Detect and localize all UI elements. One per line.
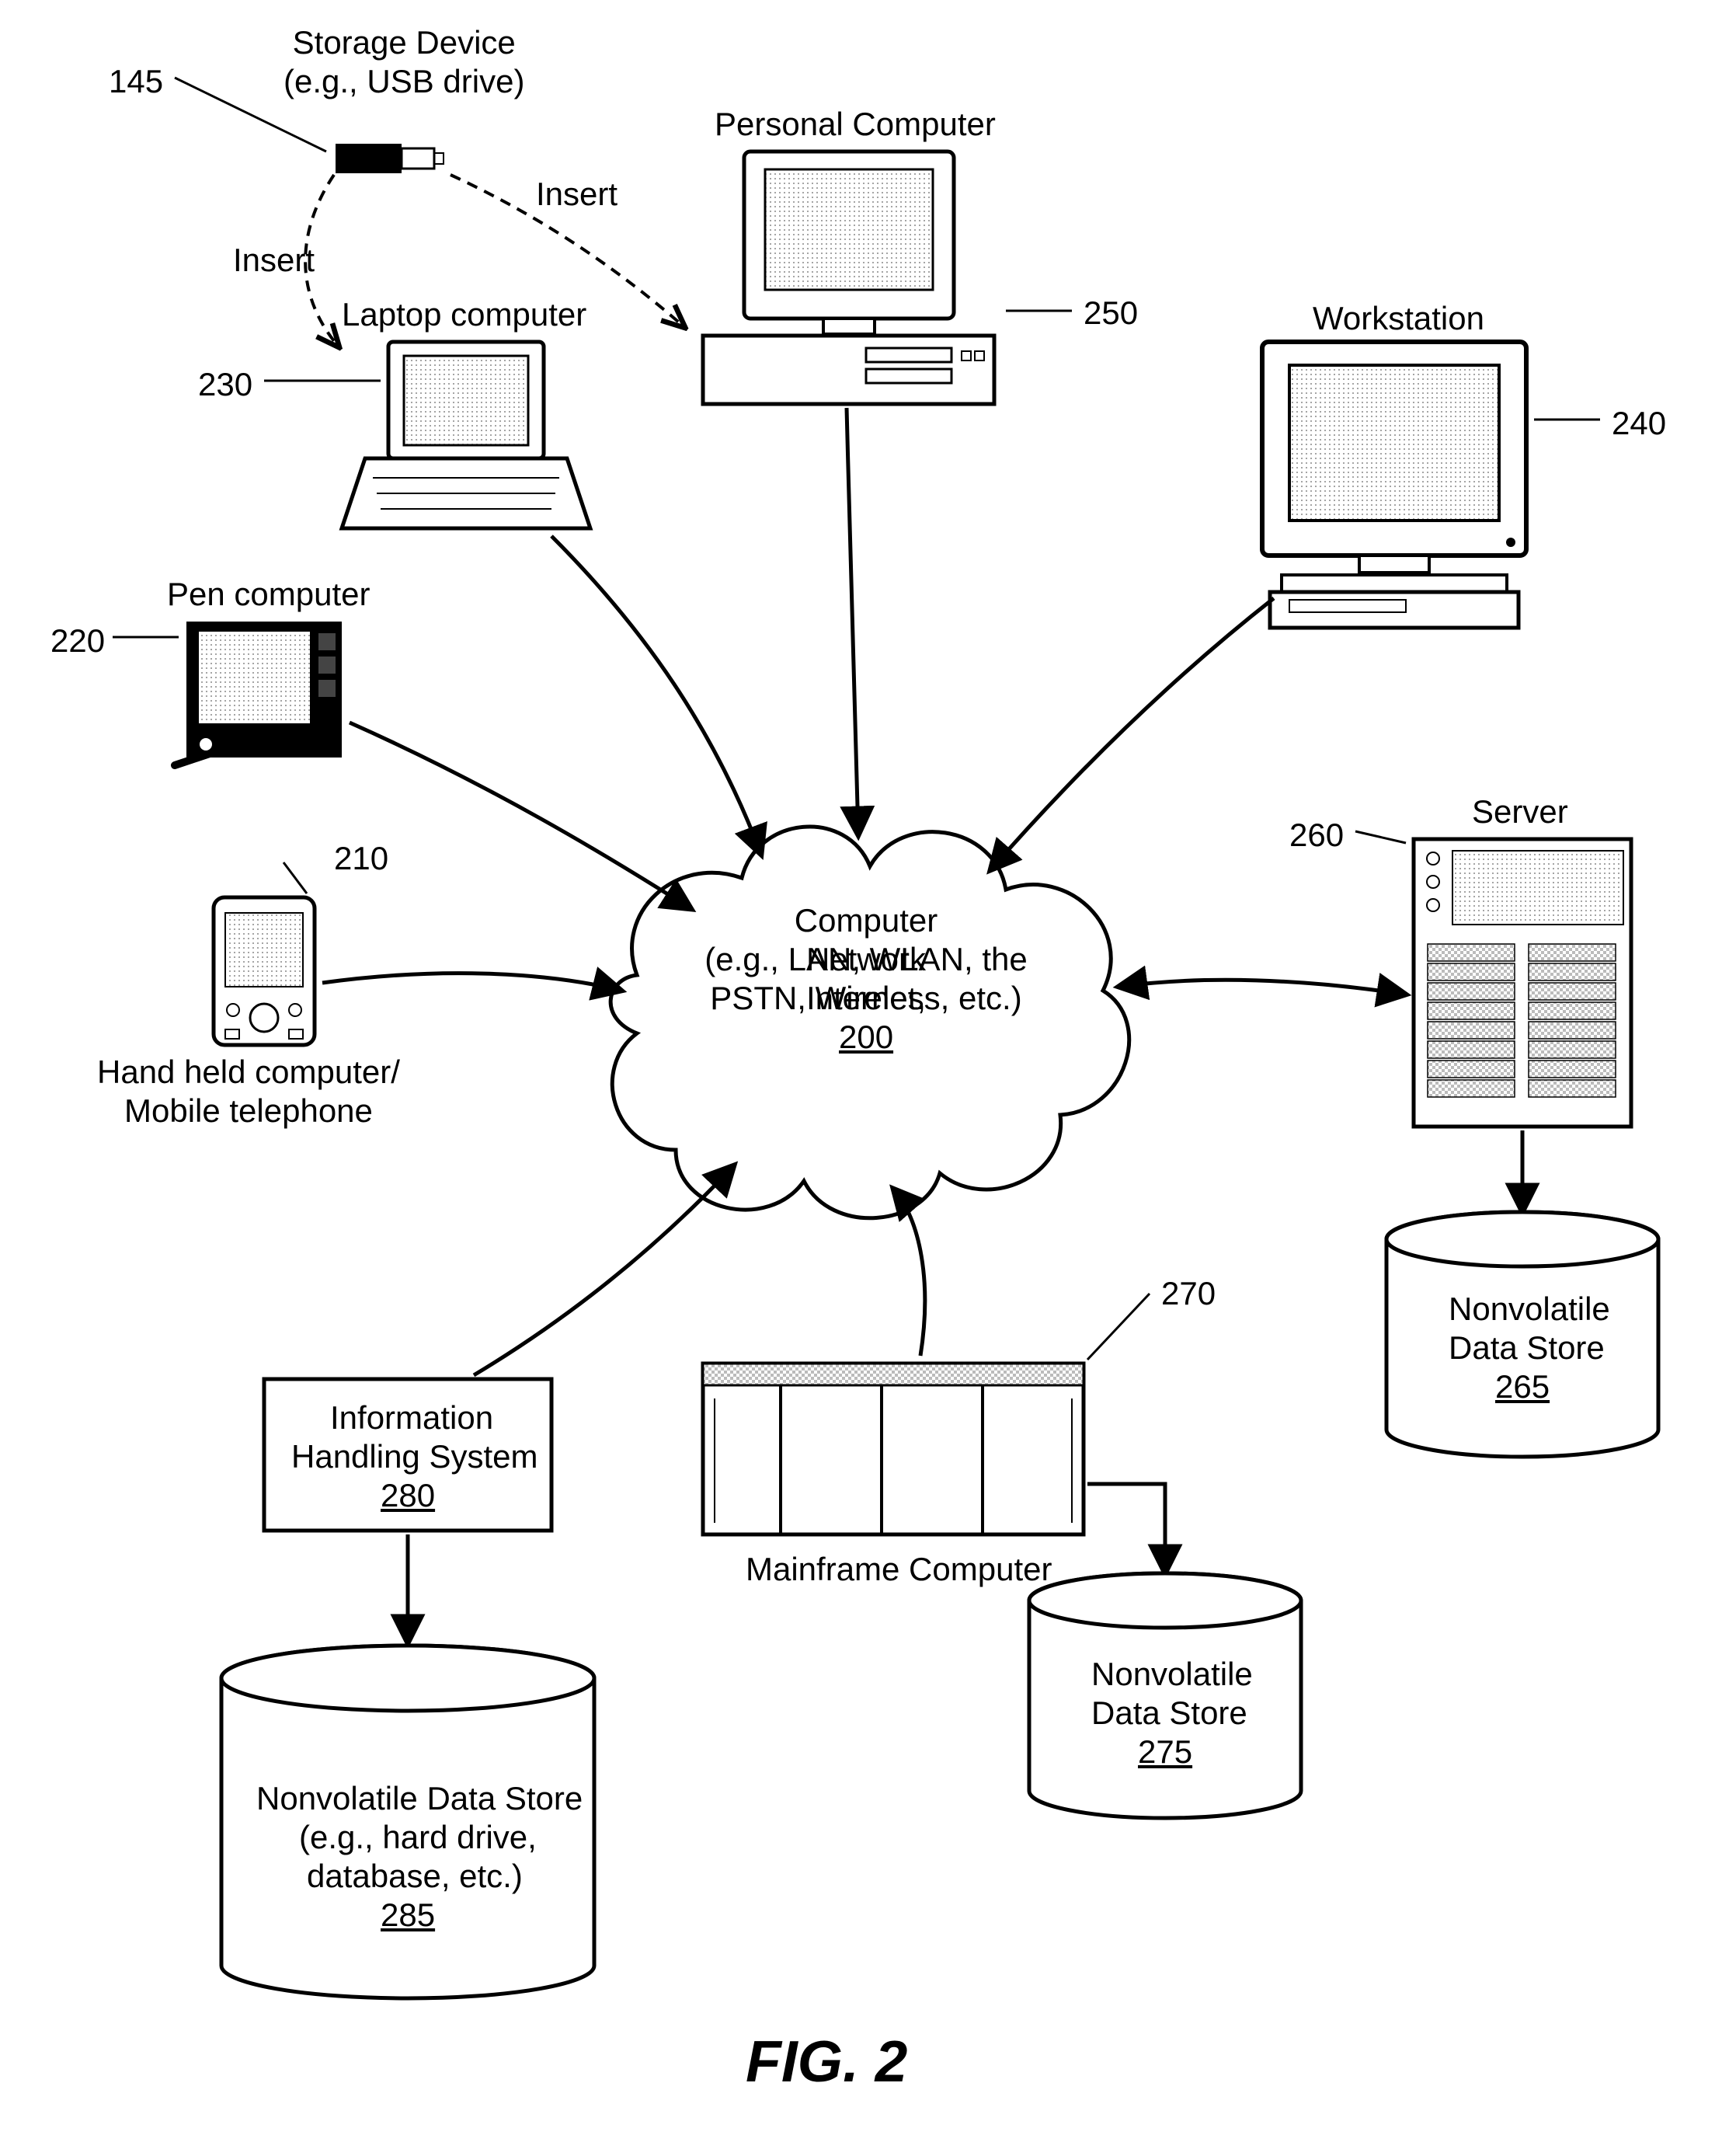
diagram-stage: Storage Device (e.g., USB drive) 145 Ins… xyxy=(0,0,1729,2156)
insert-left-label: Insert xyxy=(233,241,315,280)
storage-device-label: Storage Device (e.g., USB drive) xyxy=(284,23,524,102)
ref-220: 220 xyxy=(50,622,105,660)
nvds285-line2: (e.g., hard drive, xyxy=(299,1818,537,1857)
nvds275-ref: 275 xyxy=(1138,1733,1192,1771)
pc-icon xyxy=(703,152,994,404)
cloud-ref: 200 xyxy=(839,1018,893,1057)
workstation-label: Workstation xyxy=(1313,299,1484,338)
laptop-label: Laptop computer xyxy=(342,295,586,334)
nvds285-line3: database, etc.) xyxy=(307,1857,523,1896)
pen-computer-label: Pen computer xyxy=(167,575,370,614)
nvds285-ref: 285 xyxy=(381,1896,435,1935)
server-icon xyxy=(1414,839,1631,1127)
ihs-line1: Information xyxy=(330,1398,493,1437)
ref-210: 210 xyxy=(334,839,388,878)
figure-title: FIG. 2 xyxy=(746,2028,907,2095)
ihs-line2: Handling System xyxy=(291,1437,537,1476)
insert-right-label: Insert xyxy=(536,175,618,214)
ref-270: 270 xyxy=(1161,1274,1216,1313)
ref-145: 145 xyxy=(109,62,163,101)
nvds275-line1: Nonvolatile xyxy=(1091,1655,1253,1694)
nvds265-line1: Nonvolatile xyxy=(1449,1290,1610,1329)
mainframe-label: Mainframe Computer xyxy=(746,1550,1052,1589)
nvds275-line2: Data Store xyxy=(1091,1694,1247,1733)
ref-240: 240 xyxy=(1612,404,1666,443)
nvds265-ref: 265 xyxy=(1495,1367,1550,1406)
workstation-icon xyxy=(1262,342,1526,628)
nvds285-line1: Nonvolatile Data Store xyxy=(256,1779,583,1818)
ref-230: 230 xyxy=(198,365,252,404)
pc-label: Personal Computer xyxy=(715,105,996,144)
mainframe-icon xyxy=(703,1364,1084,1534)
cloud-line3: PSTN, Wireless, etc.) xyxy=(695,979,1037,1018)
pen-computer-icon xyxy=(175,622,342,765)
laptop-icon xyxy=(342,342,590,528)
handheld-label: Hand held computer/ Mobile telephone xyxy=(97,1053,400,1131)
ref-250: 250 xyxy=(1084,294,1138,333)
nvds265-line2: Data Store xyxy=(1449,1329,1605,1367)
handheld-icon xyxy=(214,897,315,1045)
ref-260: 260 xyxy=(1289,816,1344,855)
server-label: Server xyxy=(1472,792,1568,831)
ihs-ref: 280 xyxy=(381,1476,435,1515)
usb-drive-icon xyxy=(336,144,444,173)
